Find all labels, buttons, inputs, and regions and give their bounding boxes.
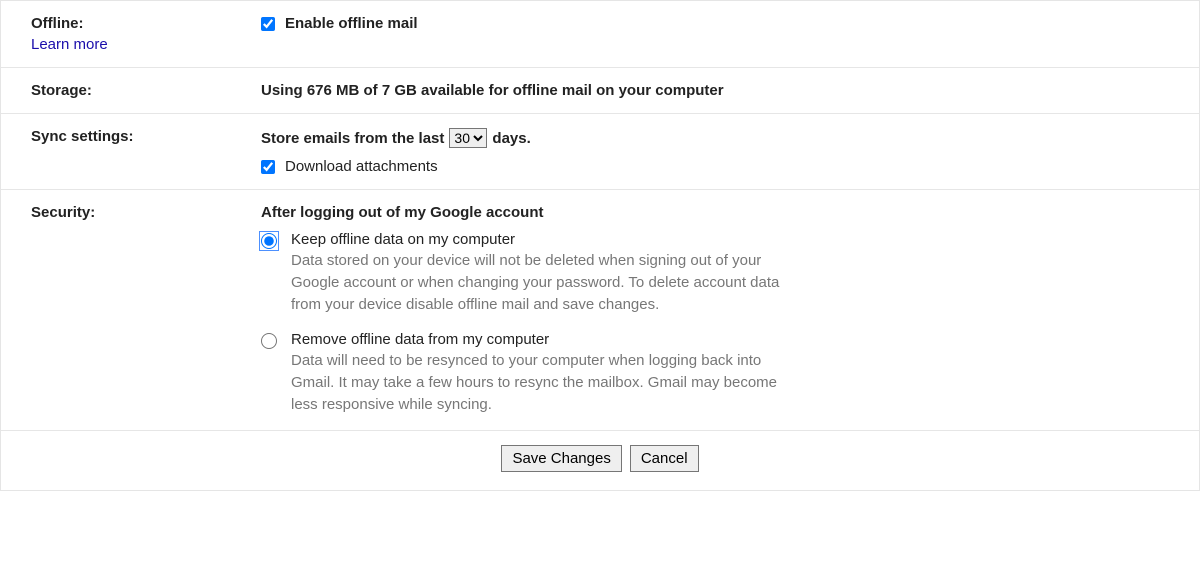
download-attachments-checkbox[interactable] xyxy=(261,160,275,174)
offline-label-block: Offline: Learn more xyxy=(31,15,261,53)
radio-remove-data-title: Remove offline data from my computer xyxy=(291,331,801,348)
button-row: Save Changes Cancel xyxy=(1,431,1199,490)
learn-more-link[interactable]: Learn more xyxy=(31,36,261,53)
storage-text: Using 676 MB of 7 GB available for offli… xyxy=(261,82,1169,99)
section-sync: Sync settings: Store emails from the las… xyxy=(1,114,1199,190)
offline-label: Offline: xyxy=(31,15,84,32)
section-security: Security: After logging out of my Google… xyxy=(1,190,1199,431)
storage-label: Storage: xyxy=(31,82,261,99)
sync-content: Store emails from the last 30 days. Down… xyxy=(261,128,1169,175)
sync-days-select[interactable]: 30 xyxy=(449,128,487,148)
offline-content: Enable offline mail xyxy=(261,15,1169,53)
save-button[interactable]: Save Changes xyxy=(501,445,621,472)
radio-keep-data-title: Keep offline data on my computer xyxy=(291,231,801,248)
security-label: Security: xyxy=(31,204,261,416)
radio-keep-data[interactable]: Keep offline data on my computer Data st… xyxy=(261,231,1169,315)
radio-keep-data-desc: Data stored on your device will not be d… xyxy=(291,250,801,315)
security-heading: After logging out of my Google account xyxy=(261,204,1169,221)
radio-remove-data[interactable]: Remove offline data from my computer Dat… xyxy=(261,331,1169,415)
section-storage: Storage: Using 676 MB of 7 GB available … xyxy=(1,68,1199,114)
enable-offline-label: Enable offline mail xyxy=(285,15,418,32)
enable-offline-checkbox[interactable] xyxy=(261,17,275,31)
radio-keep-data-input[interactable] xyxy=(261,233,277,249)
radio-remove-data-input[interactable] xyxy=(261,333,277,349)
radio-remove-data-desc: Data will need to be resynced to your co… xyxy=(291,350,801,415)
section-offline: Offline: Learn more Enable offline mail xyxy=(1,1,1199,68)
download-attachments-label: Download attachments xyxy=(285,158,438,175)
sync-suffix: days. xyxy=(492,130,530,147)
cancel-button[interactable]: Cancel xyxy=(630,445,699,472)
security-content: After logging out of my Google account K… xyxy=(261,204,1169,416)
sync-prefix: Store emails from the last xyxy=(261,130,444,147)
sync-label: Sync settings: xyxy=(31,128,261,175)
